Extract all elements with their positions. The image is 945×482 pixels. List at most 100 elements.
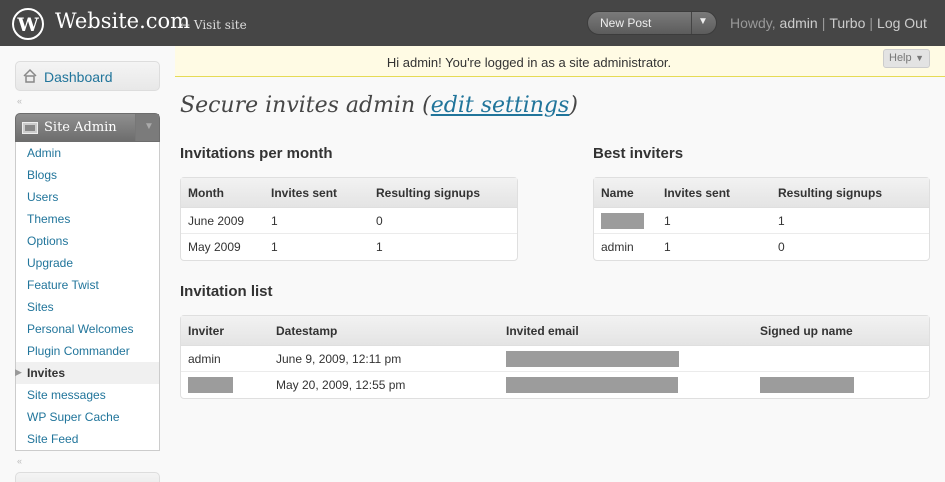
column-header: Resulting signups [369, 178, 517, 208]
table-header-row: Inviter Datestamp Invited email Signed u… [181, 316, 929, 346]
current-item-arrow-icon: ▶ [15, 367, 22, 377]
submenu-item-themes[interactable]: Themes [16, 208, 159, 230]
best-inviters-table: Name Invites sent Resulting signups 1 1 … [593, 177, 930, 261]
page-title-suffix: ) [569, 93, 578, 118]
section-heading-invitation-list: Invitation list [180, 283, 273, 300]
datestamp-cell: May 20, 2009, 12:55 pm [276, 378, 406, 392]
site-admin-icon [22, 122, 38, 134]
log-out-link[interactable]: Log Out [877, 15, 927, 31]
user-info: Howdy, admin | Turbo | Log Out [730, 15, 927, 31]
column-header: Invites sent [657, 178, 771, 208]
home-icon [23, 68, 37, 83]
table-header-row: Month Invites sent Resulting signups [181, 178, 517, 208]
new-post-button[interactable]: New Post ▼ [587, 11, 717, 35]
site-admin-label: Site Admin [44, 120, 117, 135]
submenu-item-site-messages[interactable]: Site messages [16, 384, 159, 406]
signups-cell: 1 [376, 240, 383, 254]
redacted-inviter [188, 377, 233, 393]
table-row: June 2009 1 0 [181, 208, 517, 234]
name-cell [594, 208, 657, 234]
site-title[interactable]: Website.com [55, 9, 190, 33]
admin-notice: Hi admin! You're logged in as a site adm… [175, 46, 945, 77]
submenu-item-site-feed[interactable]: Site Feed [16, 428, 159, 450]
profile-link[interactable]: admin [780, 15, 818, 31]
datestamp-cell: June 9, 2009, 12:11 pm [269, 346, 499, 372]
name-cell: admin [601, 240, 634, 254]
invitation-list-table: Inviter Datestamp Invited email Signed u… [180, 315, 930, 399]
submenu-item-feature-twist[interactable]: Feature Twist [16, 274, 159, 296]
table-row: admin June 9, 2009, 12:11 pm [181, 346, 929, 372]
chevron-down-icon[interactable]: ▼ [698, 16, 708, 27]
invites-sent-cell: 1 [271, 240, 278, 254]
invites-sent-cell: 1 [664, 240, 671, 254]
column-header: Inviter [181, 316, 269, 346]
caret-down-icon: ▼ [915, 53, 924, 63]
redacted-email [506, 377, 678, 393]
submenu-item-sites[interactable]: Sites [16, 296, 159, 318]
table-row: May 20, 2009, 12:55 pm [181, 372, 929, 398]
collapse-arrow-icon[interactable]: « [17, 456, 22, 466]
submenu-item-upgrade[interactable]: Upgrade [16, 252, 159, 274]
new-post-divider [691, 12, 692, 34]
turbo-link[interactable]: Turbo [829, 15, 865, 31]
visit-site-link[interactable]: ← Visit site [180, 18, 247, 32]
invited-email-cell [499, 372, 753, 398]
submenu-item-personal-welcomes[interactable]: Personal Welcomes [16, 318, 159, 340]
invited-email-cell [499, 346, 753, 372]
column-header: Signed up name [753, 316, 929, 346]
signed-up-name-cell [753, 346, 929, 372]
invites-sent-cell: 1 [264, 208, 369, 234]
submenu-item-plugin-commander[interactable]: Plugin Commander [16, 340, 159, 362]
page-title: Secure invites admin (edit settings) [180, 93, 578, 118]
divider: | [869, 15, 874, 31]
inviter-cell [181, 372, 269, 398]
signed-up-name-cell [753, 372, 929, 398]
table-row: admin 1 0 [594, 234, 929, 260]
redacted-name [601, 212, 644, 229]
signups-cell: 1 [771, 208, 929, 234]
submenu-item-options[interactable]: Options [16, 230, 159, 252]
invites-sent-cell: 1 [657, 208, 771, 234]
section-heading-invitations-per-month: Invitations per month [180, 145, 333, 162]
submenu-item-invites[interactable]: Invites [16, 362, 159, 384]
dashboard-label: Dashboard [44, 69, 113, 85]
column-header: Invited email [499, 316, 753, 346]
column-header: Datestamp [269, 316, 499, 346]
column-header: Invites sent [264, 178, 369, 208]
signups-cell: 0 [778, 240, 785, 254]
chevron-down-icon[interactable]: ▼ [135, 114, 159, 141]
inviter-cell: admin [181, 346, 269, 372]
month-cell: June 2009 [181, 208, 264, 234]
column-header: Resulting signups [771, 178, 929, 208]
wordpress-logo-icon[interactable]: W [12, 8, 44, 40]
submenu-item-users[interactable]: Users [16, 186, 159, 208]
table-row: May 2009 1 1 [181, 234, 517, 260]
table-row: 1 1 [594, 208, 929, 234]
submenu-item-admin[interactable]: Admin [16, 142, 159, 164]
dashboard-menu[interactable]: Dashboard [15, 61, 160, 91]
section-heading-best-inviters: Best inviters [593, 145, 684, 162]
divider: | [821, 15, 826, 31]
help-label: Help [889, 52, 912, 64]
submenu-item-wp-super-cache[interactable]: WP Super Cache [16, 406, 159, 428]
collapse-arrow-icon[interactable]: « [17, 96, 22, 106]
site-admin-submenu: Admin Blogs Users Themes Options Upgrade… [15, 142, 160, 451]
signups-cell: 0 [369, 208, 517, 234]
notice-text: Hi admin! You're logged in as a site adm… [386, 55, 672, 70]
site-admin-menu-header[interactable]: Site Admin ▼ [15, 113, 160, 142]
admin-header: W Website.com ← Visit site New Post ▼ Ho… [0, 0, 945, 46]
next-menu-section[interactable] [15, 472, 160, 482]
howdy-text: Howdy, [730, 15, 780, 31]
page-title-prefix: Secure invites admin ( [180, 93, 431, 118]
redacted-email [506, 350, 679, 367]
redacted-name [760, 377, 854, 393]
new-post-label: New Post [600, 16, 652, 30]
help-button[interactable]: Help ▼ [883, 49, 930, 68]
column-header: Month [181, 178, 264, 208]
submenu-item-blogs[interactable]: Blogs [16, 164, 159, 186]
invitations-per-month-table: Month Invites sent Resulting signups Jun… [180, 177, 518, 261]
month-cell: May 2009 [188, 240, 241, 254]
edit-settings-link[interactable]: edit settings [431, 93, 570, 118]
svg-text:W: W [16, 14, 39, 36]
column-header: Name [594, 178, 657, 208]
